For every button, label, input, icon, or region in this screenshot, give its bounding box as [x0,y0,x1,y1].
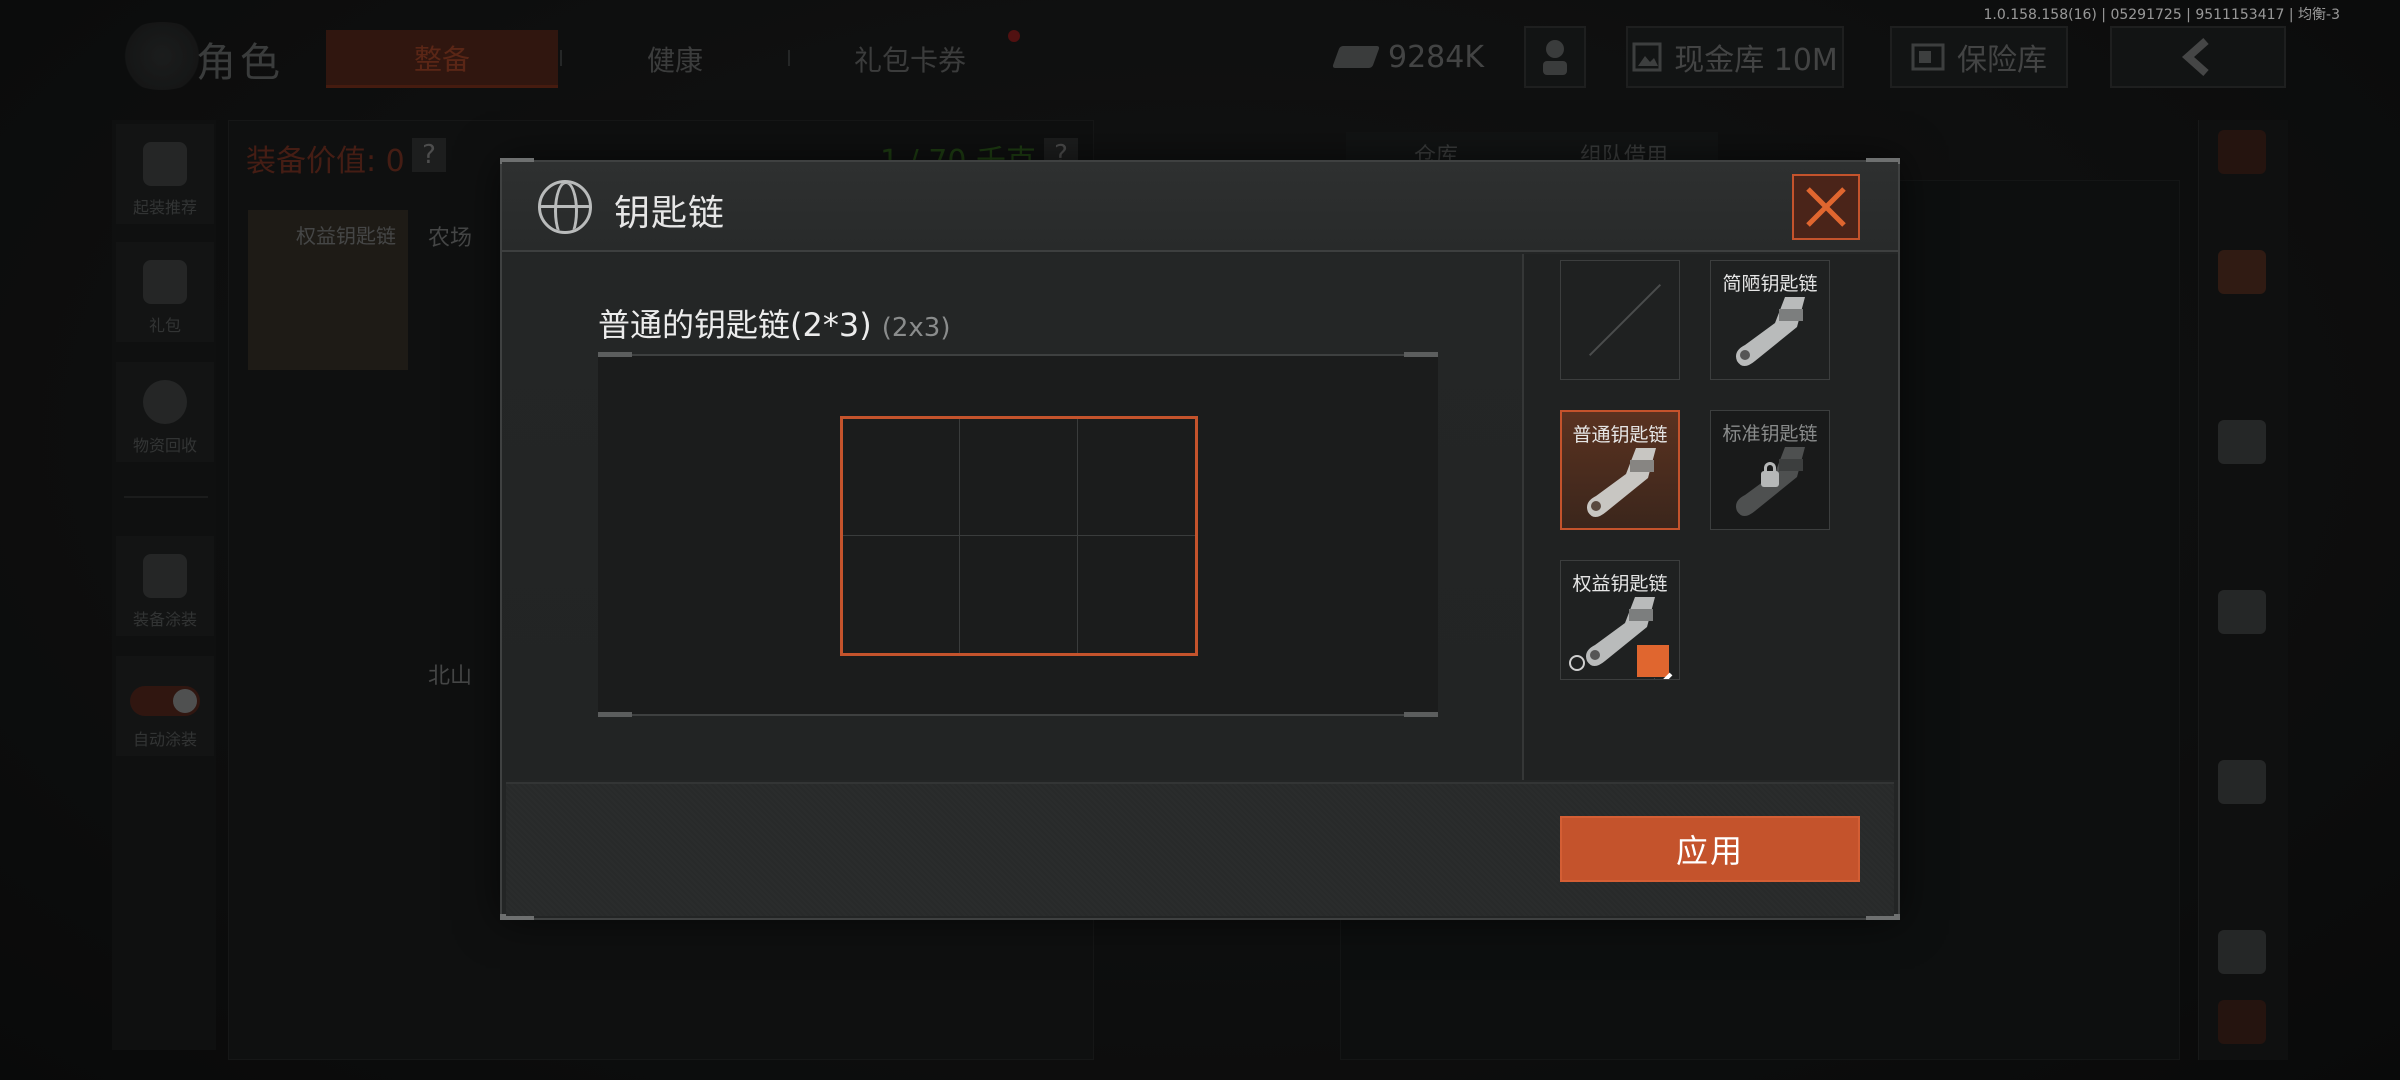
card-label: 普通钥匙链 [1572,424,1668,446]
clock-icon [1569,655,1585,671]
grid-cell [1078,536,1195,653]
grid-cell [1077,419,1195,536]
grid-cell [960,419,1078,536]
grid-cell [960,536,1078,653]
item-name-text: 普通的钥匙链(2*3) [598,306,872,344]
close-button[interactable] [1792,174,1860,240]
keychain-icon [1587,448,1656,517]
game-screen: 1.0.158.158(16) | 05291725 | 9511153417 … [0,0,2400,1080]
apply-button[interactable]: 应用 [1560,816,1860,882]
frame-corner [1404,352,1438,357]
slot-grid [840,416,1198,656]
item-size: (2x3) [881,313,951,343]
keychain-card-simple[interactable]: 简陋钥匙链 [1710,260,1830,380]
check-icon [1637,645,1673,679]
card-label: 标准钥匙链 [1722,423,1818,445]
keychain-card-normal[interactable]: 普通钥匙链 [1560,410,1680,530]
card-label: 权益钥匙链 [1572,573,1668,595]
grid-cell [843,536,961,653]
keychain-icon [1736,297,1805,366]
grid-cell [843,419,961,536]
item-name: 普通的钥匙链(2*3) (2x3) [598,300,950,346]
keychain-card-standard[interactable]: 标准钥匙链 [1710,410,1830,530]
keychain-card-premium[interactable]: 权益钥匙链 [1560,560,1680,680]
frame-corner [598,712,632,717]
card-label: 简陋钥匙链 [1722,273,1818,295]
keychain-card-empty[interactable] [1560,260,1680,380]
globe-icon [538,180,592,234]
lock-icon [1761,462,1779,487]
frame-corner [598,352,632,357]
frame-corner [1404,712,1438,717]
empty-slot-icon [1588,283,1662,357]
dialog-title: 钥匙链 [614,193,726,234]
close-icon [1806,187,1846,227]
